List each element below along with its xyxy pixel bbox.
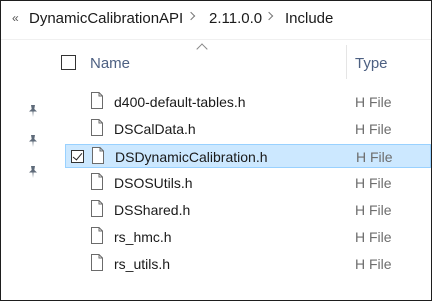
breadcrumb-segment-dynamiccalibrationapi[interactable]: DynamicCalibrationAPI <box>29 10 183 27</box>
chevron-right-icon[interactable] <box>186 11 196 21</box>
column-divider[interactable] <box>346 45 347 79</box>
breadcrumb-segment-version[interactable]: 2.11.0.0 <box>209 10 262 27</box>
file-icon <box>91 92 103 109</box>
file-row[interactable]: rs_hmc.h H File <box>65 225 431 249</box>
file-row[interactable]: DSCalData.h H File <box>65 117 431 141</box>
pin-icon <box>29 166 37 178</box>
file-name: DSOSUtils.h <box>114 175 193 191</box>
row-checkbox-checked[interactable] <box>71 150 84 163</box>
breadcrumb-segment-include[interactable]: Include <box>285 10 333 27</box>
file-name: rs_hmc.h <box>114 229 172 245</box>
pin-icon <box>29 105 37 117</box>
file-type: H File <box>355 256 392 272</box>
select-all-checkbox[interactable] <box>61 55 76 70</box>
file-type: H File <box>355 202 392 218</box>
file-row[interactable]: rs_utils.h H File <box>65 252 431 276</box>
breadcrumb: « DynamicCalibrationAPI 2.11.0.0 Include <box>1 1 431 40</box>
file-icon <box>91 254 103 271</box>
file-type: H File <box>356 149 393 165</box>
file-type: H File <box>355 94 392 110</box>
breadcrumb-overflow-button[interactable]: « <box>12 11 19 25</box>
file-name: DSDynamicCalibration.h <box>115 149 268 165</box>
sort-ascending-icon <box>196 43 208 55</box>
column-header-name[interactable]: Name <box>90 55 130 72</box>
file-row[interactable]: DSOSUtils.h H File <box>65 171 431 195</box>
file-row[interactable]: d400-default-tables.h H File <box>65 90 431 114</box>
file-type: H File <box>355 121 392 137</box>
file-row[interactable]: DSShared.h H File <box>65 198 431 222</box>
file-icon <box>91 173 103 190</box>
pin-icon <box>29 135 37 147</box>
file-name: d400-default-tables.h <box>114 94 246 110</box>
file-name: rs_utils.h <box>114 256 171 272</box>
file-name: DSShared.h <box>114 202 191 218</box>
file-row[interactable]: DSDynamicCalibration.h H File <box>65 144 431 168</box>
file-icon <box>92 147 104 164</box>
file-icon <box>91 227 103 244</box>
file-name: DSCalData.h <box>114 121 196 137</box>
file-type: H File <box>355 175 392 191</box>
file-icon <box>91 200 103 217</box>
column-header-type[interactable]: Type <box>355 55 388 72</box>
file-explorer-window: « DynamicCalibrationAPI 2.11.0.0 Include… <box>0 0 432 301</box>
chevron-right-icon[interactable] <box>264 11 274 21</box>
file-icon <box>91 119 103 136</box>
file-type: H File <box>355 229 392 245</box>
